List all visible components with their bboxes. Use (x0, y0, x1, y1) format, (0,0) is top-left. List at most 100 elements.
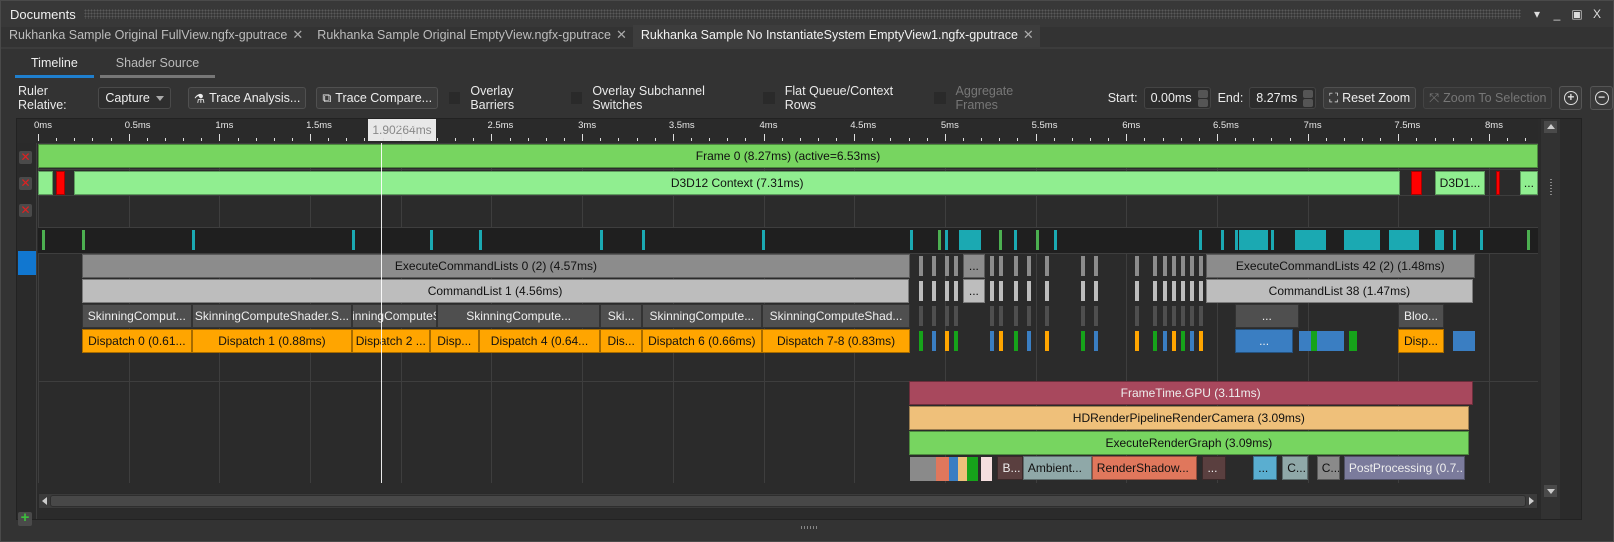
dispatch-bar[interactable]: Dispatch 0 (0.61... (81, 329, 193, 353)
tab-timeline[interactable]: Timeline (15, 53, 94, 78)
dropdown-icon[interactable]: ▾ (1531, 7, 1543, 21)
execute-command-lists-bar[interactable]: ExecuteCommandLists 42 (2) (1.48ms) (1206, 254, 1475, 278)
context-gap-marker[interactable] (1496, 171, 1500, 195)
render-pass-bar[interactable]: B... (997, 456, 1023, 480)
checkbox-box[interactable] (570, 91, 584, 105)
time-ruler[interactable]: 1.90264ms 0ms 0.5ms 1ms 1.5ms 2ms 2.5ms 3ms 3.5… (34, 119, 1538, 143)
command-list-bar[interactable]: ... (963, 279, 985, 303)
end-time-input[interactable]: 8.27ms (1249, 87, 1317, 109)
spinner-arrows-icon[interactable] (1197, 89, 1208, 107)
timeline-view[interactable]: 1.90264ms 0ms 0.5ms 1ms 1.5ms 2ms 2.5ms 3ms 3.5… (16, 118, 1582, 526)
horizontal-scrollbar[interactable] (38, 493, 1538, 509)
render-pass-bar[interactable]: ... (1202, 456, 1227, 480)
marker-sliver (1198, 306, 1203, 326)
command-list-bar[interactable]: CommandList 1 (4.56ms) (81, 279, 909, 303)
scroll-left-icon[interactable] (42, 497, 47, 505)
trace-analysis-button[interactable]: ⚗ Trace Analysis... (187, 87, 307, 109)
execute-command-lists-bar[interactable]: ExecuteCommandLists 0 (2) (4.57ms) (81, 254, 911, 278)
dispatch-bar[interactable]: Dispatch 7-8 (0.83ms) (761, 329, 911, 353)
ruler-tick (582, 134, 584, 141)
marker-bar[interactable]: SkinningComputeShader.S... (192, 304, 352, 328)
reset-zoom-button[interactable]: ⛶ Reset Zoom (1323, 87, 1417, 109)
scroll-up-icon[interactable] (1544, 121, 1557, 133)
vertical-scrollbar[interactable] (1540, 119, 1560, 519)
marker-bar[interactable]: Ski... (600, 304, 642, 328)
dispatch-bar[interactable]: Dispatch 4 (0.64... (478, 329, 601, 353)
flat-queue-checkbox[interactable]: Flat Queue/Context Rows (762, 84, 919, 112)
resize-grip[interactable] (801, 526, 819, 529)
close-tab-icon[interactable]: ✕ (616, 27, 627, 43)
document-tab[interactable]: Rukhanka Sample Original FullView.ngfx-g… (1, 25, 309, 47)
render-pass-bar[interactable]: RenderShadow... (1091, 456, 1197, 480)
dispatch-bar[interactable]: Dispatch 2 ... (351, 329, 430, 353)
overlay-barriers-checkbox[interactable]: Overlay Barriers (448, 84, 555, 112)
ruler-tick (237, 138, 239, 141)
maximize-icon[interactable]: ▣ (1571, 7, 1583, 21)
context-bar[interactable] (38, 171, 53, 195)
ruler-tick-label: 5ms (940, 120, 959, 131)
checkbox-box[interactable] (448, 91, 462, 105)
close-icon[interactable]: X (1591, 7, 1603, 21)
start-time-input[interactable]: 0.00ms (1143, 87, 1211, 109)
marker-bar[interactable]: SkinningCompute... (641, 304, 762, 328)
remove-row-icon[interactable]: ✕ (19, 204, 32, 217)
marker-bar[interactable]: SkinningCompute... (437, 304, 601, 328)
remove-row-icon[interactable]: ✕ (19, 151, 32, 164)
context-bar[interactable]: D3D1... (1434, 171, 1486, 195)
splitter-grip[interactable] (1550, 179, 1552, 197)
add-row-icon[interactable]: + (18, 510, 32, 526)
drag-handle[interactable] (83, 9, 1521, 19)
marker-bar[interactable]: SkinningComput... (81, 304, 193, 328)
render-pass-bar[interactable]: C... (1316, 456, 1341, 480)
scrollbar-thumb[interactable] (50, 495, 1526, 507)
ruler-relative-select[interactable]: Capture (98, 87, 171, 109)
time-cursor-line[interactable] (381, 143, 382, 483)
dispatch-bar[interactable]: Disp... (429, 329, 479, 353)
marker-bar[interactable]: ... (1235, 304, 1299, 328)
tab-shader-source[interactable]: Shader Source (99, 53, 216, 78)
zoom-in-button[interactable]: + (1559, 86, 1583, 110)
queue-activity-mark (41, 230, 45, 250)
checkbox-box (933, 91, 947, 105)
context-bar[interactable]: D3D12 Context (7.31ms) (74, 171, 1401, 195)
spinner-arrows-icon[interactable] (1303, 89, 1314, 107)
execute-command-lists-bar[interactable]: ... (963, 254, 985, 278)
overlay-subchannel-checkbox[interactable]: Overlay Subchannel Switches (570, 84, 748, 112)
render-pass-bar[interactable]: Ambient... (1022, 456, 1092, 480)
context-gap-marker[interactable] (56, 171, 66, 195)
checkbox-box[interactable] (762, 91, 776, 105)
minimize-icon[interactable]: _ (1551, 7, 1563, 21)
cmdlist-sliver (999, 281, 1004, 301)
ruler-tick (128, 134, 130, 141)
dispatch-bar[interactable]: Dis... (600, 329, 642, 353)
marker-bar[interactable]: Bloo... (1398, 304, 1444, 328)
zoom-out-button[interactable]: − (1590, 86, 1613, 110)
trace-compare-button[interactable]: ⧉ Trace Compare... (316, 87, 439, 109)
scroll-down-icon[interactable] (1544, 485, 1557, 497)
execute-render-graph-bar[interactable]: ExecuteRenderGraph (3.09ms) (908, 431, 1470, 455)
dispatch-bar[interactable]: Dispatch 6 (0.66ms) (641, 329, 762, 353)
document-tab[interactable]: Rukhanka Sample Original EmptyView.ngfx-… (309, 25, 633, 47)
close-tab-icon[interactable]: ✕ (1023, 27, 1034, 43)
document-tab-active[interactable]: Rukhanka Sample No InstantiateSystem Emp… (632, 25, 1040, 47)
dispatch-bar[interactable]: Disp... (1398, 329, 1444, 353)
hdrp-render-camera-bar[interactable]: HDRenderPipelineRenderCamera (3.09ms) (908, 406, 1470, 430)
render-pass-bar[interactable]: PostProcessing (0.7... (1343, 456, 1466, 480)
marker-bar[interactable]: SkinningComputeShad... (761, 304, 911, 328)
render-pass-bar[interactable]: C... (1282, 456, 1308, 480)
ruler-tick-label: 7ms (1303, 120, 1322, 131)
dispatch-bar[interactable]: Dispatch 1 (0.88ms) (192, 329, 352, 353)
dispatch-bar[interactable]: ... (1235, 329, 1294, 353)
remove-row-icon[interactable]: ✕ (19, 177, 32, 190)
queue-activity-mark (1271, 230, 1275, 250)
context-gap-marker[interactable] (1411, 171, 1422, 195)
frame-bar[interactable]: Frame 0 (8.27ms) (active=6.53ms) (38, 144, 1538, 168)
context-bar[interactable]: ... (1519, 171, 1538, 195)
render-pass-bar[interactable]: ... (1253, 456, 1277, 480)
close-tab-icon[interactable]: ✕ (292, 27, 303, 43)
marker-bar[interactable]: SkinningComputeS... (351, 304, 438, 328)
frametime-gpu-bar[interactable]: FrameTime.GPU (3.11ms) (908, 381, 1473, 405)
checkbox-label: Aggregate Frames (955, 84, 1014, 112)
command-list-bar[interactable]: CommandList 38 (1.47ms) (1206, 279, 1473, 303)
scroll-right-icon[interactable] (1529, 497, 1534, 505)
